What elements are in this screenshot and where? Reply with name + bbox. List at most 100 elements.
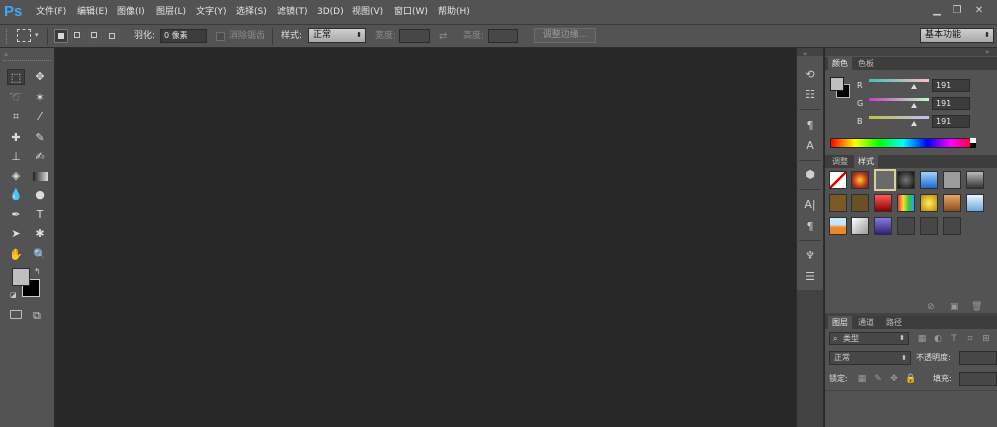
color-fg-swatch[interactable] [830,77,844,91]
refine-edge-button[interactable]: 调整边缘... [534,28,596,43]
marquee-preset-icon[interactable] [17,29,31,42]
brush-icon[interactable]: ✎ [31,130,49,146]
filter-smart-object-icon[interactable]: ⊞ [981,334,991,344]
menu-help[interactable]: 帮助(H) [438,0,470,25]
feather-input[interactable]: 0 像素 [160,29,207,43]
crop-icon[interactable]: ⌗ [7,109,25,125]
tab-channels[interactable]: 通道 [854,316,878,329]
style-swatch[interactable] [829,217,847,235]
menu-file[interactable]: 文件(F) [36,0,66,25]
tab-paths[interactable]: 路径 [882,316,906,329]
color-spectrum-bar[interactable] [830,138,976,148]
layer-filter-dropdown[interactable]: ⌕ 类型 ⬍ [829,332,909,345]
opacity-input[interactable] [959,351,997,365]
b-value-input[interactable]: 191 [932,115,970,128]
style-swatch[interactable] [897,171,915,189]
style-swatch[interactable] [966,194,984,212]
clone-stamp-icon[interactable]: ⊥ [7,149,25,165]
filter-pixel-icon[interactable]: ▦ [917,334,927,344]
r-slider-thumb[interactable] [911,84,917,89]
antialias-checkbox[interactable] [216,32,225,41]
tab-adjustments[interactable]: 调整 [828,155,852,168]
restore-button[interactable]: ❐ [950,5,964,17]
menu-3d[interactable]: 3D(D) [317,0,344,25]
menu-window[interactable]: 窗口(W) [394,0,428,25]
minimize-button[interactable]: ▁ [930,5,944,17]
style-swatch[interactable] [966,171,984,189]
blur-icon[interactable]: 💧 [7,187,25,203]
type-icon[interactable]: T [31,207,49,223]
collapse-panels-icon[interactable]: » [985,48,989,56]
menu-layer[interactable]: 图层(L) [156,0,186,25]
lock-all-icon[interactable]: 🔒 [905,374,916,384]
rect-marquee-icon[interactable]: ⬚ [7,69,25,85]
style-swatch[interactable] [874,217,892,235]
panel-grip[interactable] [825,48,997,56]
dodge-icon[interactable]: ● [31,187,49,203]
eraser-icon[interactable]: ◈ [7,168,25,184]
lasso-icon[interactable]: ➰ [7,90,25,106]
foreground-color-swatch[interactable] [12,268,30,286]
collapse-icon[interactable]: » [4,51,8,59]
path-selection-icon[interactable]: ➤ [7,226,25,242]
style-swatch[interactable] [851,217,869,235]
hand-icon[interactable]: ✋ [7,247,25,263]
dock-expand-icon[interactable]: « [803,50,807,58]
zoom-icon[interactable]: 🔍 [31,247,49,263]
intersect-selection-icon[interactable] [105,29,119,43]
style-swatch-none[interactable] [829,171,847,189]
filter-shape-icon[interactable]: ⌗ [965,334,975,344]
tab-styles[interactable]: 样式 [854,155,878,168]
style-swatch[interactable] [874,194,892,212]
tab-layers[interactable]: 图层 [828,316,852,329]
g-slider-thumb[interactable] [911,103,917,108]
layers-list[interactable] [825,390,997,427]
style-swatch-empty[interactable] [920,217,938,235]
menu-view[interactable]: 视图(V) [352,0,383,25]
custom-shape-icon[interactable]: ✱ [31,226,49,242]
gradient-icon[interactable] [33,172,48,181]
g-value-input[interactable]: 191 [932,97,970,110]
tab-swatches[interactable]: 色板 [854,57,878,70]
character-panel-icon[interactable]: A| [803,198,817,212]
style-swatch[interactable] [829,194,847,212]
history-brush-icon[interactable]: ✍ [31,149,49,165]
menu-edit[interactable]: 编辑(E) [77,0,108,25]
new-selection-icon[interactable] [54,29,68,43]
menu-filter[interactable]: 滤镜(T) [277,0,308,25]
quick-mask-icon[interactable] [10,310,22,319]
delete-style-icon[interactable]: 🗑 [971,302,982,312]
style-swatch[interactable] [920,171,938,189]
menu-type[interactable]: 文字(Y) [196,0,227,25]
style-swatch-empty[interactable] [897,217,915,235]
b-slider-thumb[interactable] [911,121,917,126]
close-button[interactable]: ✕ [972,5,986,17]
preset-dropdown-icon[interactable]: ▾ [35,31,39,39]
style-swatch[interactable] [851,194,869,212]
lock-pixels-icon[interactable]: ✎ [873,374,883,384]
paragraph-panel-icon[interactable]: ¶ [803,220,817,234]
default-colors-icon[interactable]: ◪ [10,291,17,299]
style-swatch-empty[interactable] [943,217,961,235]
document-canvas-area[interactable] [55,48,796,427]
toolbar-grip[interactable] [3,60,51,61]
new-style-icon[interactable]: ▣ [950,302,959,312]
lock-transparency-icon[interactable]: ▦ [857,374,867,384]
move-icon[interactable]: ✥ [31,69,49,85]
style-swatch[interactable] [943,194,961,212]
black-white-ramp[interactable] [970,138,976,148]
g-slider-track[interactable] [869,98,929,101]
menu-select[interactable]: 选择(S) [236,0,267,25]
height-input[interactable] [488,29,518,43]
subtract-selection-icon[interactable] [88,29,102,43]
screen-mode-icon[interactable]: ⧉ [33,309,41,323]
healing-brush-icon[interactable]: ✚ [7,130,25,146]
tool-presets-icon[interactable]: ☰ [803,270,817,284]
swap-colors-icon[interactable]: ↰ [34,267,41,276]
filter-adjustment-icon[interactable]: ◐ [933,334,943,344]
style-dropdown[interactable]: 正常 ⬍ [308,28,366,43]
eyedropper-icon[interactable]: ⁄ [31,109,49,125]
blend-mode-dropdown[interactable]: 正常 ⬍ [829,351,911,365]
b-slider-track[interactable] [869,116,929,119]
menu-image[interactable]: 图像(I) [117,0,145,25]
